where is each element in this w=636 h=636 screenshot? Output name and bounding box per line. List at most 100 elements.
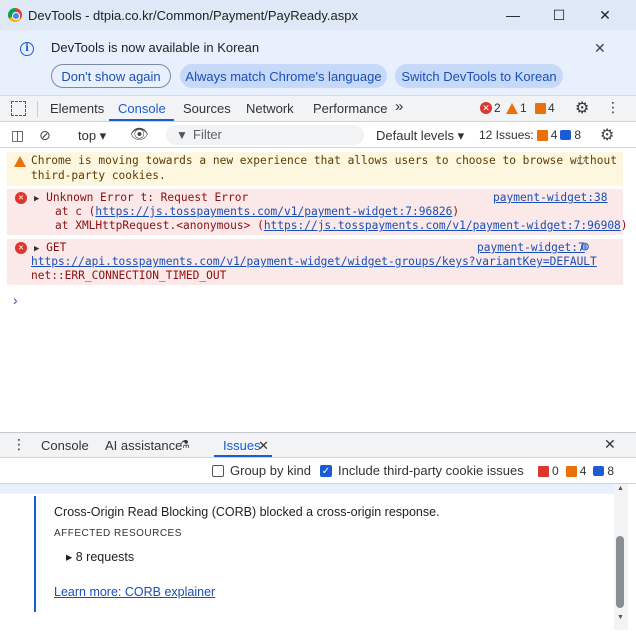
request-url-link[interactable]: https://api.tosspayments.com/v1/payment-… — [31, 255, 597, 268]
console-warning-message: Chrome is moving towards a new experienc… — [7, 152, 623, 186]
clear-console-icon[interactable]: ⊘ — [39, 127, 51, 144]
info-icon: i — [20, 42, 34, 56]
minimize-button[interactable]: — — [490, 0, 536, 30]
language-infobar: i DevTools is now available in Korean ✕ … — [0, 30, 636, 96]
error-count-badge[interactable]: ✕ 2 — [480, 101, 501, 115]
inspect-element-icon[interactable] — [11, 101, 26, 116]
filter-input[interactable]: ▼ Filter — [166, 125, 364, 145]
tab-elements[interactable]: Elements — [50, 101, 104, 116]
match-language-button[interactable]: Always match Chrome's language — [180, 64, 387, 88]
warning-count: 1 — [520, 101, 527, 115]
issue-header-strip — [0, 484, 614, 494]
error-expand-toggle[interactable]: ▶ Unknown Error t: Request Error — [34, 191, 248, 204]
console-toolbar: ◫ ⊘ top ▾ 👁 ▼ Filter Default levels ▾ 12… — [0, 122, 636, 148]
warning-count-badge[interactable]: 1 — [506, 101, 527, 115]
issues-warn-count: 4 — [550, 128, 558, 142]
drawer-tab-issues[interactable]: Issues — [223, 438, 261, 453]
issues-count: 4 — [548, 101, 555, 115]
warning-line-2: third-party cookies. — [31, 169, 166, 182]
main-panel-tabs: Elements Console Sources Network Perform… — [0, 96, 636, 122]
window-titlebar: DevTools - dtpia.co.kr/Common/Payment/Pa… — [0, 0, 636, 30]
drawer-error-count: 0 — [552, 464, 559, 478]
issues-count-badge[interactable]: 4 — [535, 101, 555, 115]
error-icon: ✕ — [480, 102, 492, 114]
issue-title: Cross-Origin Read Blocking (CORB) blocke… — [54, 505, 440, 519]
issues-label: 12 Issues: — [479, 128, 534, 142]
tab-network[interactable]: Network — [246, 101, 294, 116]
warning-icon — [506, 102, 518, 114]
issue-flag-icon — [535, 102, 546, 114]
close-issues-tab-icon[interactable]: ✕ — [258, 438, 269, 454]
infobar-close-icon[interactable]: ✕ — [594, 40, 606, 57]
drawer-tab-console[interactable]: Console — [41, 438, 89, 453]
error-icon: ✕ — [15, 242, 27, 254]
stack-link-1[interactable]: https://js.tosspayments.com/v1/payment-w… — [95, 205, 452, 218]
drawer-menu-icon[interactable]: ⋮ — [12, 436, 26, 453]
network-error-source-link[interactable]: payment-widget:7 — [477, 241, 585, 254]
warning-icon — [14, 156, 26, 167]
active-tab-underline — [109, 119, 174, 121]
learn-more-link[interactable]: Learn more: CORB explainer — [54, 585, 215, 599]
issues-toolbar: Group by kind ✓ Include third-party cook… — [0, 458, 636, 484]
stack-link-2[interactable]: https://js.tosspayments.com/v1/payment-w… — [264, 219, 621, 232]
scrollbar-thumb[interactable] — [616, 536, 624, 608]
tab-sources[interactable]: Sources — [183, 101, 231, 116]
issues-scrollbar[interactable]: ▲ ▼ — [614, 484, 628, 630]
drawer-warning-count: 4 — [579, 464, 587, 478]
log-levels-dropdown[interactable]: Default levels ▾ — [376, 128, 464, 144]
error-source-link[interactable]: payment-widget:38 — [493, 191, 608, 204]
tab-console[interactable]: Console — [118, 101, 166, 116]
issue-error-icon — [538, 465, 549, 477]
filter-funnel-icon: ▼ — [176, 128, 188, 142]
scroll-up-icon[interactable]: ▲ — [617, 485, 624, 492]
tab-performance[interactable]: Performance — [313, 101, 387, 116]
close-drawer-icon[interactable]: ✕ — [604, 436, 616, 453]
network-error-status: net::ERR_CONNECTION_TIMED_OUT — [31, 269, 227, 282]
console-settings-gear-icon[interactable]: ⚙ — [600, 125, 614, 145]
live-expression-eye-icon[interactable]: 👁 — [130, 125, 149, 143]
more-options-icon[interactable]: ⋮ — [606, 99, 620, 116]
drawer-tabs: ⋮ Console AI assistance ⚗ Issues ✕ ✕ — [0, 432, 636, 458]
group-by-kind-label: Group by kind — [230, 463, 311, 478]
issue-info-icon — [560, 130, 572, 140]
drawer-tab-ai-assistance[interactable]: AI assistance — [105, 438, 182, 453]
chrome-logo-icon — [8, 8, 22, 22]
include-third-party-checkbox[interactable]: ✓ — [320, 465, 332, 477]
divider — [37, 101, 38, 117]
sidebar-toggle-icon[interactable]: ◫ — [11, 127, 24, 144]
close-window-button[interactable]: ✕ — [582, 0, 628, 30]
context-selector[interactable]: top ▾ — [78, 128, 106, 144]
settings-gear-icon[interactable]: ⚙ — [575, 98, 589, 118]
issue-warning-icon — [565, 465, 577, 477]
requests-expander[interactable]: ▸ 8 requests — [66, 549, 134, 564]
stack-line-1: at c (https://js.tosspayments.com/v1/pay… — [55, 205, 460, 218]
drawer-info-count: 8 — [607, 464, 615, 478]
error-count: 2 — [494, 101, 501, 115]
cookie-icon[interactable]: ◌ — [577, 153, 585, 168]
switch-korean-button[interactable]: Switch DevTools to Korean — [395, 64, 563, 88]
window-title: DevTools - dtpia.co.kr/Common/Payment/Pa… — [28, 7, 358, 23]
error-head: Unknown Error t: Request Error — [46, 191, 249, 204]
issue-warning-icon — [536, 129, 548, 141]
stack-line-2: at XMLHttpRequest.<anonymous> (https://j… — [55, 219, 628, 232]
issues-info-count: 8 — [574, 128, 582, 142]
issues-counter[interactable]: 12 Issues: 4 8 — [479, 128, 581, 142]
issue-details: Cross-Origin Read Blocking (CORB) blocke… — [0, 484, 614, 630]
warning-line-1: Chrome is moving towards a new experienc… — [31, 154, 617, 167]
dont-show-again-button[interactable]: Don't show again — [51, 64, 171, 88]
network-request-icon[interactable]: ◍ — [581, 239, 589, 254]
include-third-party-label: Include third-party cookie issues — [338, 463, 524, 478]
maximize-button[interactable]: ☐ — [536, 0, 582, 30]
affected-resources-heading: AFFECTED RESOURCES — [54, 528, 182, 539]
group-by-kind-checkbox[interactable] — [212, 465, 224, 477]
more-tabs-icon[interactable]: » — [395, 98, 403, 115]
error-icon: ✕ — [15, 192, 27, 204]
flask-icon: ⚗ — [180, 439, 190, 451]
scroll-down-icon[interactable]: ▼ — [617, 614, 624, 621]
console-prompt-icon[interactable]: › — [13, 292, 18, 308]
infobar-message: DevTools is now available in Korean — [51, 40, 260, 55]
issue-accent-bar — [34, 496, 36, 612]
filter-placeholder: Filter — [193, 127, 222, 142]
console-network-error-message: ✕ ▶ GET payment-widget:7 ◍ https://api.t… — [7, 239, 623, 285]
network-error-expand-toggle[interactable]: ▶ GET — [34, 241, 66, 254]
